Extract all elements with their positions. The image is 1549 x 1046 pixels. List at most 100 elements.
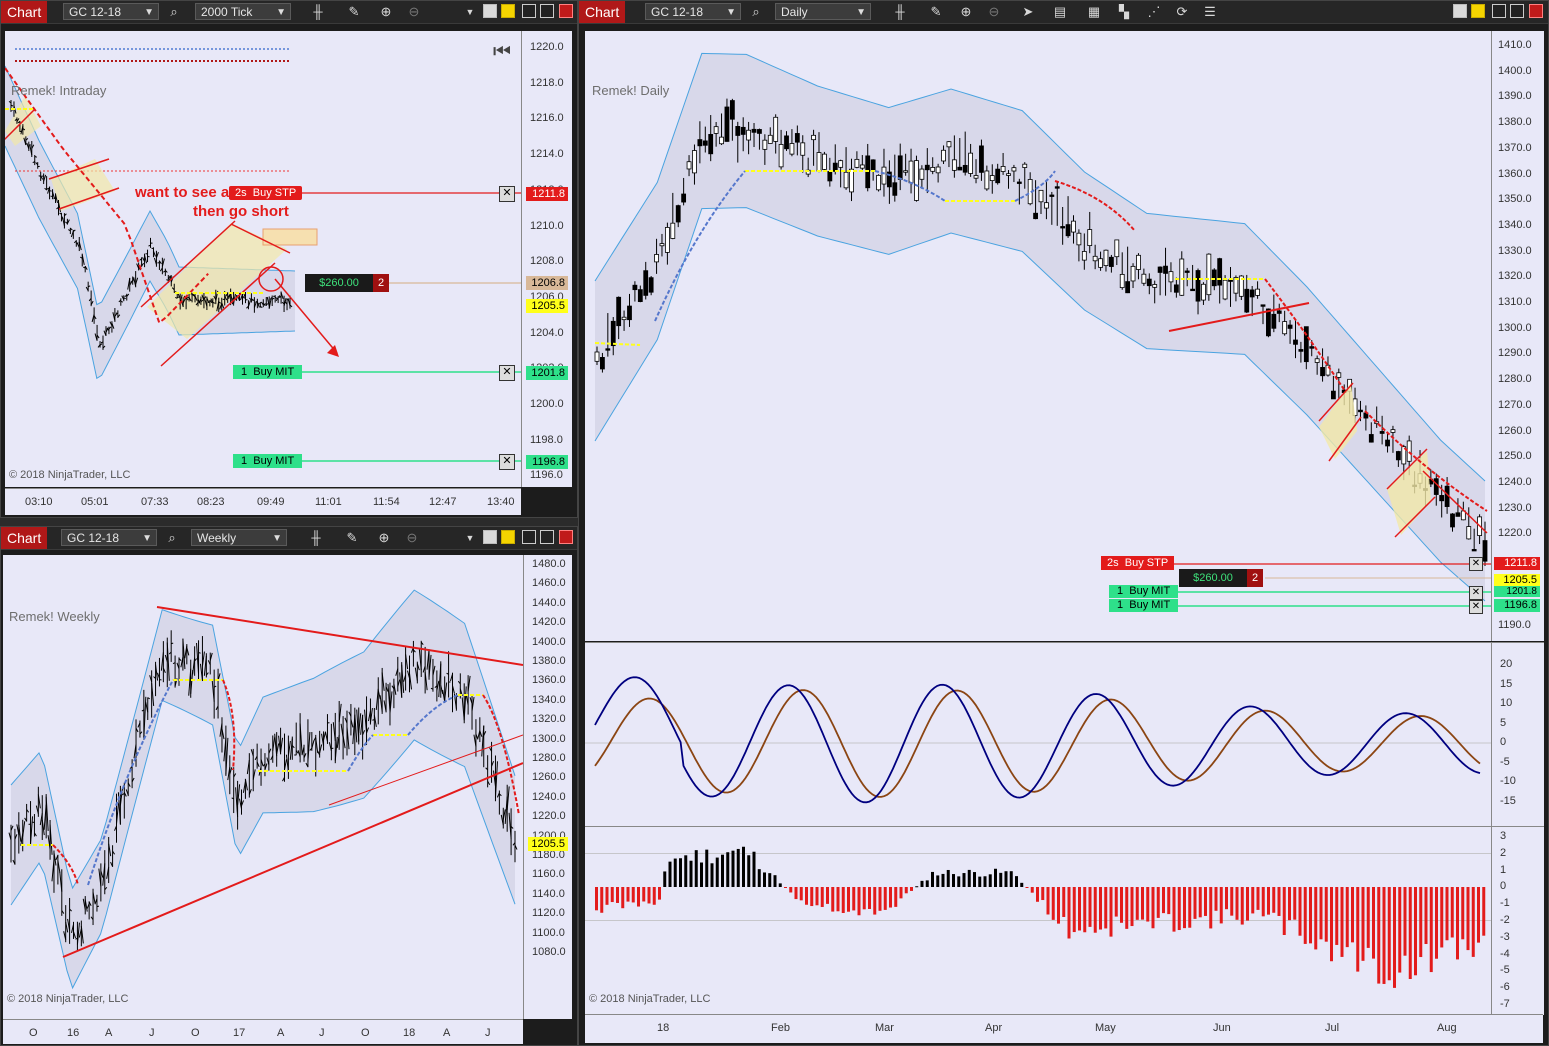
data-box-icon[interactable]: ▤ <box>1051 3 1069 21</box>
refresh-icon[interactable]: ⟳ <box>1173 3 1191 21</box>
bar-type-icon[interactable]: ╫ <box>307 529 325 547</box>
histogram-bar <box>1298 887 1302 936</box>
daily-candle-body <box>610 320 616 347</box>
search-icon[interactable]: ⌕ <box>163 529 181 547</box>
y-tick-label: -3 <box>1500 930 1510 943</box>
dropdown-arrow-icon[interactable]: ▼ <box>461 529 479 547</box>
histogram-bar <box>820 887 824 907</box>
histogram-bar <box>673 858 677 887</box>
order-tag-buy-mit-2[interactable]: 1 Buy MIT <box>1109 599 1179 612</box>
minimize-button[interactable] <box>522 530 536 544</box>
x-tick-label: Mar <box>875 1022 894 1034</box>
weekly-band-fill <box>11 590 515 988</box>
cancel-order-icon[interactable]: ✕ <box>1469 600 1483 614</box>
x-tick-label: Feb <box>771 1022 790 1034</box>
instrument-selector[interactable]: GC 12-18 ▼ <box>63 3 159 20</box>
daily-candle-body <box>1119 273 1125 289</box>
intraday-time-axis[interactable]: 03:10 05:01 07:33 08:23 09:49 11:01 11:54 12:47… <box>5 488 521 515</box>
oscillator-axis[interactable]: 20 15 10 5 0 -5 -10 -15 <box>1491 642 1544 826</box>
cancel-order-icon[interactable]: ✕ <box>499 454 515 470</box>
x-tick-label: O <box>29 1027 38 1039</box>
pencil-icon[interactable]: ✎ <box>927 3 945 21</box>
close-button[interactable] <box>559 4 573 18</box>
intraday-price-axis[interactable]: 1220.01218.01216.01214.01212.01210.01208… <box>521 31 572 487</box>
search-icon[interactable]: ⌕ <box>165 3 183 21</box>
daily-candle-body <box>859 164 865 169</box>
drawing-tools-icon[interactable]: ⋰ <box>1145 3 1163 21</box>
bar-type-icon[interactable]: ╫ <box>891 3 909 21</box>
daily-price-panel[interactable]: Remek! Daily 2s Buy STP $260.00 2 1 Buy … <box>585 31 1491 641</box>
pnl-qty: 2 <box>373 274 389 292</box>
window-color-button[interactable] <box>483 4 497 18</box>
daily-candle-body <box>1433 478 1439 495</box>
pointer-icon[interactable]: ➤ <box>1019 3 1037 21</box>
window-link-button[interactable] <box>501 4 515 18</box>
histogram-bar <box>952 874 955 887</box>
period-selector[interactable]: Daily ▼ <box>775 3 871 20</box>
intraday-price-panel[interactable]: Remek! Intraday © 2018 NinjaTrader, LLC … <box>2 31 521 487</box>
pencil-icon[interactable]: ✎ <box>343 529 361 547</box>
oscillator-panel[interactable] <box>585 642 1491 826</box>
histogram-bar <box>1225 887 1228 910</box>
minimize-button[interactable] <box>522 4 536 18</box>
daily-candle-body <box>1022 163 1028 168</box>
weekly-time-axis[interactable]: O 16 A J O 17 A J O 18 A J <box>3 1019 523 1044</box>
zoom-out-icon[interactable]: ⊖ <box>405 3 423 21</box>
maximize-button[interactable] <box>540 4 554 18</box>
order-tag-buy-mit-1[interactable]: 1 Buy MIT <box>1109 585 1179 598</box>
daily-candle-body <box>1271 313 1277 329</box>
order-tag-buy-mit-1[interactable]: 1 Buy MIT <box>233 365 303 379</box>
properties-icon[interactable]: ☰ <box>1201 3 1219 21</box>
window-link-button[interactable] <box>1471 4 1485 18</box>
zoom-in-icon[interactable]: ⊕ <box>377 3 395 21</box>
daily-candle-body <box>811 134 816 141</box>
indicators-icon[interactable]: ▦ <box>1085 3 1103 21</box>
maximize-button[interactable] <box>1510 4 1524 18</box>
daily-price-axis[interactable]: 1410.0 1400.0 1390.0 1380.0 1370.0 1360.0 1350… <box>1491 31 1544 641</box>
zoom-in-icon[interactable]: ⊕ <box>375 529 393 547</box>
cancel-order-icon[interactable]: ✕ <box>499 365 515 381</box>
window-color-button[interactable] <box>1453 4 1467 18</box>
histogram-axis[interactable]: 3 2 1 0 -1 -2 -3 -4 -5 -6 -7 <box>1491 826 1544 1015</box>
daily-candle-body <box>1471 549 1477 552</box>
period-selector[interactable]: Weekly ▼ <box>191 529 287 546</box>
zoom-out-icon[interactable]: ⊖ <box>985 3 1003 21</box>
histogram-panel[interactable]: © 2018 NinjaTrader, LLC <box>585 826 1491 1015</box>
daily-candle-body <box>735 126 741 136</box>
minimize-button[interactable] <box>1492 4 1506 18</box>
cancel-order-icon[interactable]: ✕ <box>499 186 515 202</box>
daily-candle-body <box>778 144 784 168</box>
bar-type-icon[interactable]: ╫ <box>309 3 327 21</box>
order-tag-buy-stp[interactable]: 2s Buy STP <box>1101 556 1175 570</box>
daily-candle-body <box>1173 284 1179 293</box>
zoom-out-icon[interactable]: ⊖ <box>403 529 421 547</box>
strategies-icon[interactable]: ▚ <box>1115 3 1133 21</box>
order-tag-buy-mit-2[interactable]: 1 Buy MIT <box>233 454 303 468</box>
pencil-icon[interactable]: ✎ <box>345 3 363 21</box>
y-tick-label: 1280.0 <box>1498 373 1532 386</box>
flag-box <box>51 159 115 211</box>
histogram-bar <box>1041 887 1045 901</box>
chevron-down-icon: ▼ <box>856 7 866 18</box>
cancel-order-icon[interactable]: ✕ <box>1469 586 1483 600</box>
period-value: Daily <box>781 5 808 19</box>
close-button[interactable] <box>559 530 573 544</box>
order-tag-buy-stp[interactable]: 2s Buy STP <box>229 186 303 200</box>
close-button[interactable] <box>1529 4 1543 18</box>
weekly-price-panel[interactable]: Remek! Weekly © 2018 NinjaTrader, LLC <box>3 555 524 1019</box>
weekly-price-axis[interactable]: 1480.0 1460.0 1440.0 1420.0 1400.0 1380.0 1360… <box>523 555 572 1019</box>
cancel-order-icon[interactable]: ✕ <box>1469 557 1483 571</box>
daily-time-axis[interactable]: 18 Feb Mar Apr May Jun Jul Aug <box>585 1014 1543 1043</box>
dropdown-arrow-icon[interactable]: ▼ <box>461 3 479 21</box>
search-icon[interactable]: ⌕ <box>747 3 765 21</box>
window-color-button[interactable] <box>483 530 497 544</box>
window-link-button[interactable] <box>501 530 515 544</box>
scroll-to-end-icon[interactable]: ⏮ <box>493 41 511 64</box>
zoom-in-icon[interactable]: ⊕ <box>957 3 975 21</box>
annotation-text-2: then go short <box>193 203 289 220</box>
instrument-selector[interactable]: GC 12-18 ▼ <box>645 3 741 20</box>
instrument-selector[interactable]: GC 12-18 ▼ <box>61 529 157 546</box>
period-selector[interactable]: 2000 Tick ▼ <box>195 3 291 20</box>
maximize-button[interactable] <box>540 530 554 544</box>
histogram-bar <box>1398 887 1402 973</box>
